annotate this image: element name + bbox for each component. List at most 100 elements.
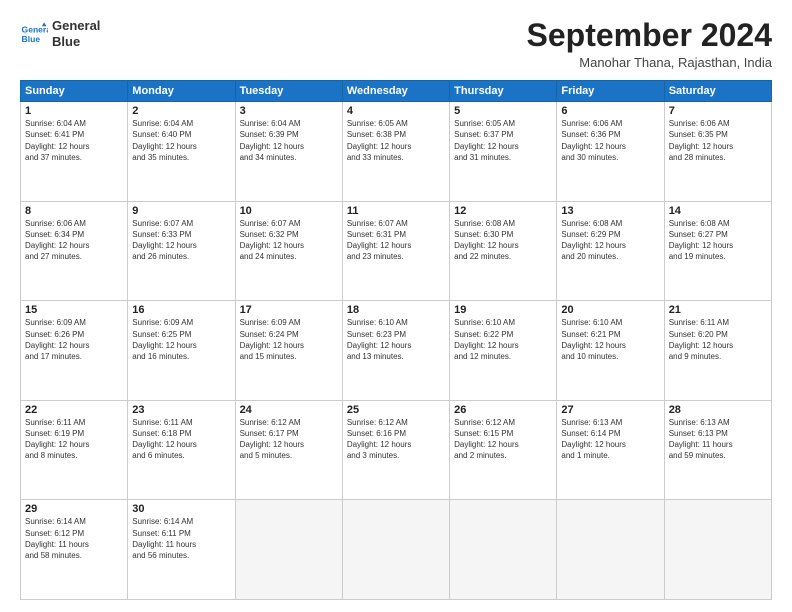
- day-cell: 3Sunrise: 6:04 AM Sunset: 6:39 PM Daylig…: [235, 102, 342, 202]
- day-info: Sunrise: 6:12 AM Sunset: 6:16 PM Dayligh…: [347, 417, 445, 462]
- day-info: Sunrise: 6:08 AM Sunset: 6:30 PM Dayligh…: [454, 218, 552, 263]
- day-number: 7: [669, 105, 767, 117]
- day-number: 17: [240, 304, 338, 316]
- day-info: Sunrise: 6:11 AM Sunset: 6:20 PM Dayligh…: [669, 317, 767, 362]
- day-info: Sunrise: 6:09 AM Sunset: 6:25 PM Dayligh…: [132, 317, 230, 362]
- day-info: Sunrise: 6:06 AM Sunset: 6:36 PM Dayligh…: [561, 118, 659, 163]
- day-info: Sunrise: 6:06 AM Sunset: 6:34 PM Dayligh…: [25, 218, 123, 263]
- day-info: Sunrise: 6:08 AM Sunset: 6:29 PM Dayligh…: [561, 218, 659, 263]
- day-cell: 19Sunrise: 6:10 AM Sunset: 6:22 PM Dayli…: [450, 301, 557, 401]
- day-info: Sunrise: 6:11 AM Sunset: 6:19 PM Dayligh…: [25, 417, 123, 462]
- title-block: September 2024 Manohar Thana, Rajasthan,…: [527, 18, 772, 70]
- day-cell: 26Sunrise: 6:12 AM Sunset: 6:15 PM Dayli…: [450, 400, 557, 500]
- day-info: Sunrise: 6:12 AM Sunset: 6:17 PM Dayligh…: [240, 417, 338, 462]
- day-cell: 6Sunrise: 6:06 AM Sunset: 6:36 PM Daylig…: [557, 102, 664, 202]
- logo-icon: General Blue: [20, 20, 48, 48]
- day-cell: 21Sunrise: 6:11 AM Sunset: 6:20 PM Dayli…: [664, 301, 771, 401]
- main-title: September 2024: [527, 18, 772, 53]
- weekday-thursday: Thursday: [450, 81, 557, 102]
- day-info: Sunrise: 6:06 AM Sunset: 6:35 PM Dayligh…: [669, 118, 767, 163]
- day-cell: 20Sunrise: 6:10 AM Sunset: 6:21 PM Dayli…: [557, 301, 664, 401]
- day-number: 26: [454, 404, 552, 416]
- week-row-2: 8Sunrise: 6:06 AM Sunset: 6:34 PM Daylig…: [21, 201, 772, 301]
- day-info: Sunrise: 6:05 AM Sunset: 6:37 PM Dayligh…: [454, 118, 552, 163]
- day-info: Sunrise: 6:05 AM Sunset: 6:38 PM Dayligh…: [347, 118, 445, 163]
- day-info: Sunrise: 6:14 AM Sunset: 6:11 PM Dayligh…: [132, 516, 230, 561]
- day-info: Sunrise: 6:10 AM Sunset: 6:22 PM Dayligh…: [454, 317, 552, 362]
- day-cell: 1Sunrise: 6:04 AM Sunset: 6:41 PM Daylig…: [21, 102, 128, 202]
- day-number: 22: [25, 404, 123, 416]
- day-info: Sunrise: 6:09 AM Sunset: 6:26 PM Dayligh…: [25, 317, 123, 362]
- day-number: 8: [25, 205, 123, 217]
- day-info: Sunrise: 6:07 AM Sunset: 6:33 PM Dayligh…: [132, 218, 230, 263]
- day-cell: 9Sunrise: 6:07 AM Sunset: 6:33 PM Daylig…: [128, 201, 235, 301]
- day-cell: 23Sunrise: 6:11 AM Sunset: 6:18 PM Dayli…: [128, 400, 235, 500]
- day-info: Sunrise: 6:04 AM Sunset: 6:40 PM Dayligh…: [132, 118, 230, 163]
- page: General Blue General Blue September 2024…: [0, 0, 792, 612]
- week-row-4: 22Sunrise: 6:11 AM Sunset: 6:19 PM Dayli…: [21, 400, 772, 500]
- day-cell: [342, 500, 449, 600]
- day-cell: 12Sunrise: 6:08 AM Sunset: 6:30 PM Dayli…: [450, 201, 557, 301]
- day-number: 20: [561, 304, 659, 316]
- day-cell: 27Sunrise: 6:13 AM Sunset: 6:14 PM Dayli…: [557, 400, 664, 500]
- day-cell: 8Sunrise: 6:06 AM Sunset: 6:34 PM Daylig…: [21, 201, 128, 301]
- day-cell: 11Sunrise: 6:07 AM Sunset: 6:31 PM Dayli…: [342, 201, 449, 301]
- day-info: Sunrise: 6:12 AM Sunset: 6:15 PM Dayligh…: [454, 417, 552, 462]
- svg-text:Blue: Blue: [22, 33, 41, 43]
- day-cell: 17Sunrise: 6:09 AM Sunset: 6:24 PM Dayli…: [235, 301, 342, 401]
- day-cell: 7Sunrise: 6:06 AM Sunset: 6:35 PM Daylig…: [664, 102, 771, 202]
- day-cell: 18Sunrise: 6:10 AM Sunset: 6:23 PM Dayli…: [342, 301, 449, 401]
- day-number: 13: [561, 205, 659, 217]
- weekday-header-row: SundayMondayTuesdayWednesdayThursdayFrid…: [21, 81, 772, 102]
- day-number: 2: [132, 105, 230, 117]
- day-number: 24: [240, 404, 338, 416]
- day-cell: 13Sunrise: 6:08 AM Sunset: 6:29 PM Dayli…: [557, 201, 664, 301]
- subtitle: Manohar Thana, Rajasthan, India: [527, 55, 772, 70]
- day-info: Sunrise: 6:07 AM Sunset: 6:32 PM Dayligh…: [240, 218, 338, 263]
- day-info: Sunrise: 6:09 AM Sunset: 6:24 PM Dayligh…: [240, 317, 338, 362]
- day-number: 6: [561, 105, 659, 117]
- day-number: 23: [132, 404, 230, 416]
- day-info: Sunrise: 6:13 AM Sunset: 6:14 PM Dayligh…: [561, 417, 659, 462]
- logo-line1: General: [52, 18, 100, 34]
- day-info: Sunrise: 6:08 AM Sunset: 6:27 PM Dayligh…: [669, 218, 767, 263]
- day-number: 25: [347, 404, 445, 416]
- day-cell: 2Sunrise: 6:04 AM Sunset: 6:40 PM Daylig…: [128, 102, 235, 202]
- day-cell: [235, 500, 342, 600]
- day-number: 3: [240, 105, 338, 117]
- day-info: Sunrise: 6:04 AM Sunset: 6:39 PM Dayligh…: [240, 118, 338, 163]
- day-number: 30: [132, 503, 230, 515]
- weekday-friday: Friday: [557, 81, 664, 102]
- weekday-wednesday: Wednesday: [342, 81, 449, 102]
- day-cell: 14Sunrise: 6:08 AM Sunset: 6:27 PM Dayli…: [664, 201, 771, 301]
- day-number: 10: [240, 205, 338, 217]
- weekday-tuesday: Tuesday: [235, 81, 342, 102]
- day-info: Sunrise: 6:10 AM Sunset: 6:23 PM Dayligh…: [347, 317, 445, 362]
- day-cell: 24Sunrise: 6:12 AM Sunset: 6:17 PM Dayli…: [235, 400, 342, 500]
- day-cell: 4Sunrise: 6:05 AM Sunset: 6:38 PM Daylig…: [342, 102, 449, 202]
- day-cell: 29Sunrise: 6:14 AM Sunset: 6:12 PM Dayli…: [21, 500, 128, 600]
- day-number: 4: [347, 105, 445, 117]
- logo-line2: Blue: [52, 34, 100, 50]
- day-info: Sunrise: 6:10 AM Sunset: 6:21 PM Dayligh…: [561, 317, 659, 362]
- day-cell: 30Sunrise: 6:14 AM Sunset: 6:11 PM Dayli…: [128, 500, 235, 600]
- week-row-5: 29Sunrise: 6:14 AM Sunset: 6:12 PM Dayli…: [21, 500, 772, 600]
- logo-text: General Blue: [52, 18, 100, 49]
- day-cell: 25Sunrise: 6:12 AM Sunset: 6:16 PM Dayli…: [342, 400, 449, 500]
- day-number: 12: [454, 205, 552, 217]
- day-number: 1: [25, 105, 123, 117]
- day-number: 29: [25, 503, 123, 515]
- calendar-body: 1Sunrise: 6:04 AM Sunset: 6:41 PM Daylig…: [21, 102, 772, 600]
- weekday-saturday: Saturday: [664, 81, 771, 102]
- day-number: 28: [669, 404, 767, 416]
- day-number: 9: [132, 205, 230, 217]
- week-row-3: 15Sunrise: 6:09 AM Sunset: 6:26 PM Dayli…: [21, 301, 772, 401]
- day-info: Sunrise: 6:07 AM Sunset: 6:31 PM Dayligh…: [347, 218, 445, 263]
- day-cell: [557, 500, 664, 600]
- day-number: 14: [669, 205, 767, 217]
- week-row-1: 1Sunrise: 6:04 AM Sunset: 6:41 PM Daylig…: [21, 102, 772, 202]
- day-number: 16: [132, 304, 230, 316]
- day-info: Sunrise: 6:14 AM Sunset: 6:12 PM Dayligh…: [25, 516, 123, 561]
- day-number: 5: [454, 105, 552, 117]
- day-cell: 15Sunrise: 6:09 AM Sunset: 6:26 PM Dayli…: [21, 301, 128, 401]
